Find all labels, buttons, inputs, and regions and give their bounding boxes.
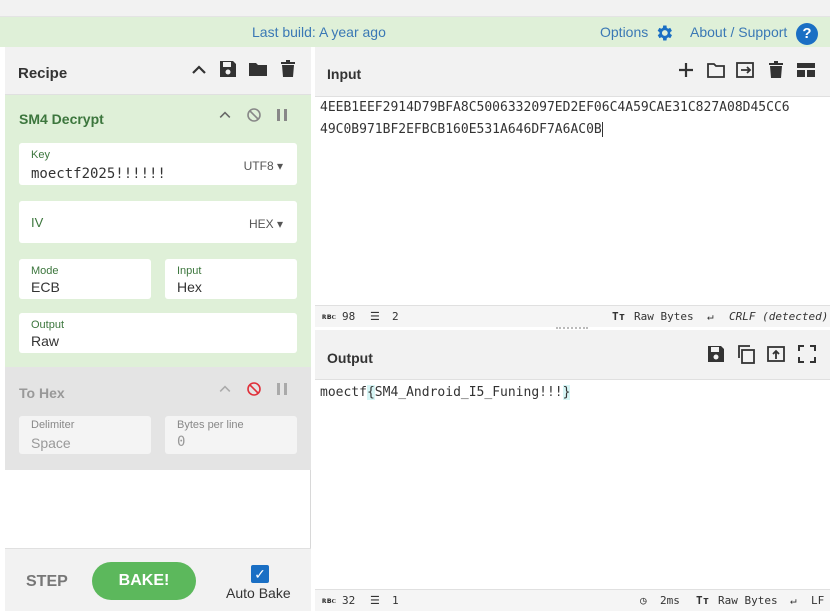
to-hex-title: To Hex <box>19 385 65 401</box>
output-format-field[interactable]: Output Raw <box>19 313 297 353</box>
output-encoding[interactable]: Raw Bytes <box>718 594 778 607</box>
iv-encoding-label: HEX <box>248 217 274 231</box>
recipe-header: Recipe <box>5 47 311 95</box>
auto-bake-label: Auto Bake <box>226 585 291 601</box>
options-link[interactable]: Options <box>600 24 648 40</box>
delimiter-label: Delimiter <box>31 419 75 431</box>
iv-field[interactable]: IV HEX ▾ <box>19 201 297 243</box>
input-line-1: 4EEB1EEF2914D79BFA8C5006332097ED2EF06C4A… <box>320 100 790 115</box>
input-text[interactable]: 4EEB1EEF2914D79BFA8C5006332097ED2EF06C4A… <box>320 97 790 141</box>
eol-icon[interactable]: ↵ <box>790 594 797 607</box>
lines-icon: ☰ <box>370 310 380 323</box>
output-prefix: moectf <box>320 385 367 400</box>
bytes-per-line-label: Bytes per line <box>177 419 244 431</box>
output-format-label: Output <box>31 319 65 331</box>
last-build-text: Last build: A year ago <box>252 24 386 40</box>
gear-icon[interactable] <box>654 23 674 43</box>
output-body: SM4_Android_I5_Funing!!! <box>374 385 563 400</box>
about-support-link[interactable]: About / Support <box>690 24 787 40</box>
chevron-up-icon[interactable] <box>217 107 233 123</box>
layout-icon[interactable] <box>796 60 816 80</box>
bake-button[interactable]: BAKE! <box>92 562 196 600</box>
import-file-icon[interactable] <box>735 60 755 80</box>
help-icon[interactable]: ? <box>796 23 818 45</box>
bake-time: 2ms <box>660 594 680 607</box>
sm4-decrypt-title: SM4 Decrypt <box>19 111 104 127</box>
disable-icon[interactable] <box>246 381 262 397</box>
output-line-count: 1 <box>392 594 399 607</box>
disable-icon[interactable] <box>246 107 262 123</box>
output-format-value[interactable]: Raw <box>31 333 59 349</box>
output-char-count: 32 <box>342 594 356 607</box>
key-encoding-label: UTF8 <box>243 159 274 173</box>
input-line-count: 2 <box>392 310 399 323</box>
delimiter-value[interactable]: Space <box>31 435 71 451</box>
mode-value[interactable]: ECB <box>31 279 60 295</box>
to-hex-operation[interactable]: To Hex Delimiter Space Bytes per line 0 <box>5 367 311 470</box>
output-text[interactable]: moectf{SM4_Android_I5_Funing!!!} <box>320 382 571 404</box>
eol-icon[interactable]: ↵ <box>707 310 714 323</box>
output-eol[interactable]: LF <box>811 594 824 607</box>
recipe-controls: STEP BAKE! ✓ Auto Bake <box>5 548 311 611</box>
plus-icon[interactable] <box>676 60 696 80</box>
mode-label: Mode <box>31 265 59 277</box>
folder-open-icon[interactable] <box>706 60 726 80</box>
iv-encoding-dropdown[interactable]: HEX ▾ <box>249 217 283 231</box>
input-eol[interactable]: CRLF (detected) <box>729 310 828 323</box>
maximize-icon[interactable] <box>797 344 817 364</box>
bytes-per-line-value[interactable]: 0 <box>177 434 185 450</box>
output-header: Output <box>315 330 830 380</box>
char-count-icon: ʀʙᴄ <box>322 596 336 605</box>
save-icon[interactable] <box>218 59 238 79</box>
input-status-bar: ʀʙᴄ 98 ☰ 2 Tт Raw Bytes ↵ CRLF (detected… <box>315 305 830 327</box>
trash-icon[interactable] <box>278 59 298 79</box>
input-format-field[interactable]: Input Hex <box>165 259 297 299</box>
text-encoding-icon[interactable]: Tт <box>696 594 709 607</box>
input-header: Input <box>315 47 830 97</box>
key-encoding-dropdown[interactable]: UTF8 ▾ <box>244 159 283 173</box>
key-field[interactable]: Key moectf2025!!!!!! UTF8 ▾ <box>19 143 297 185</box>
pause-icon[interactable] <box>275 381 289 397</box>
output-status-bar: ʀʙᴄ 32 ☰ 1 ◷ 2ms Tт Raw Bytes ↵ LF <box>315 589 830 611</box>
copy-icon[interactable] <box>736 344 756 364</box>
chevron-up-icon[interactable] <box>189 60 209 80</box>
save-icon[interactable] <box>706 344 726 364</box>
input-line-2: 49C0B971BF2EFBCB160E531A646DF7A6AC0B <box>320 119 790 141</box>
input-title: Input <box>327 66 362 82</box>
key-label: Key <box>31 149 50 161</box>
replace-input-icon[interactable] <box>766 344 786 364</box>
lines-icon: ☰ <box>370 594 380 607</box>
clock-icon: ◷ <box>640 594 647 607</box>
char-count-icon: ʀʙᴄ <box>322 312 336 321</box>
chevron-up-icon[interactable] <box>217 381 233 397</box>
input-char-count: 98 <box>342 310 356 323</box>
recipe-panel: Recipe SM4 Decrypt Key moectf2025!!!!!! … <box>5 47 311 611</box>
auto-bake-checkbox[interactable]: ✓ <box>251 565 269 583</box>
key-value[interactable]: moectf2025!!!!!! <box>31 166 166 182</box>
folder-icon[interactable] <box>248 59 268 79</box>
text-encoding-icon[interactable]: Tт <box>612 310 625 323</box>
iv-label: IV <box>31 215 44 230</box>
bytes-per-line-field[interactable]: Bytes per line 0 <box>165 416 297 454</box>
output-brace-open: { <box>366 385 375 400</box>
input-format-value[interactable]: Hex <box>177 279 202 295</box>
input-format-label: Input <box>177 265 202 277</box>
output-title: Output <box>327 350 373 366</box>
recipe-title: Recipe <box>18 65 68 82</box>
banner: Last build: A year ago Options About / S… <box>0 17 830 47</box>
input-encoding[interactable]: Raw Bytes <box>634 310 694 323</box>
top-strip <box>0 0 830 17</box>
pause-icon[interactable] <box>275 107 289 123</box>
mode-field[interactable]: Mode ECB <box>19 259 151 299</box>
delimiter-field[interactable]: Delimiter Space <box>19 416 151 454</box>
output-brace-close: } <box>562 385 571 400</box>
step-button[interactable]: STEP <box>26 573 68 591</box>
trash-icon[interactable] <box>766 60 786 80</box>
